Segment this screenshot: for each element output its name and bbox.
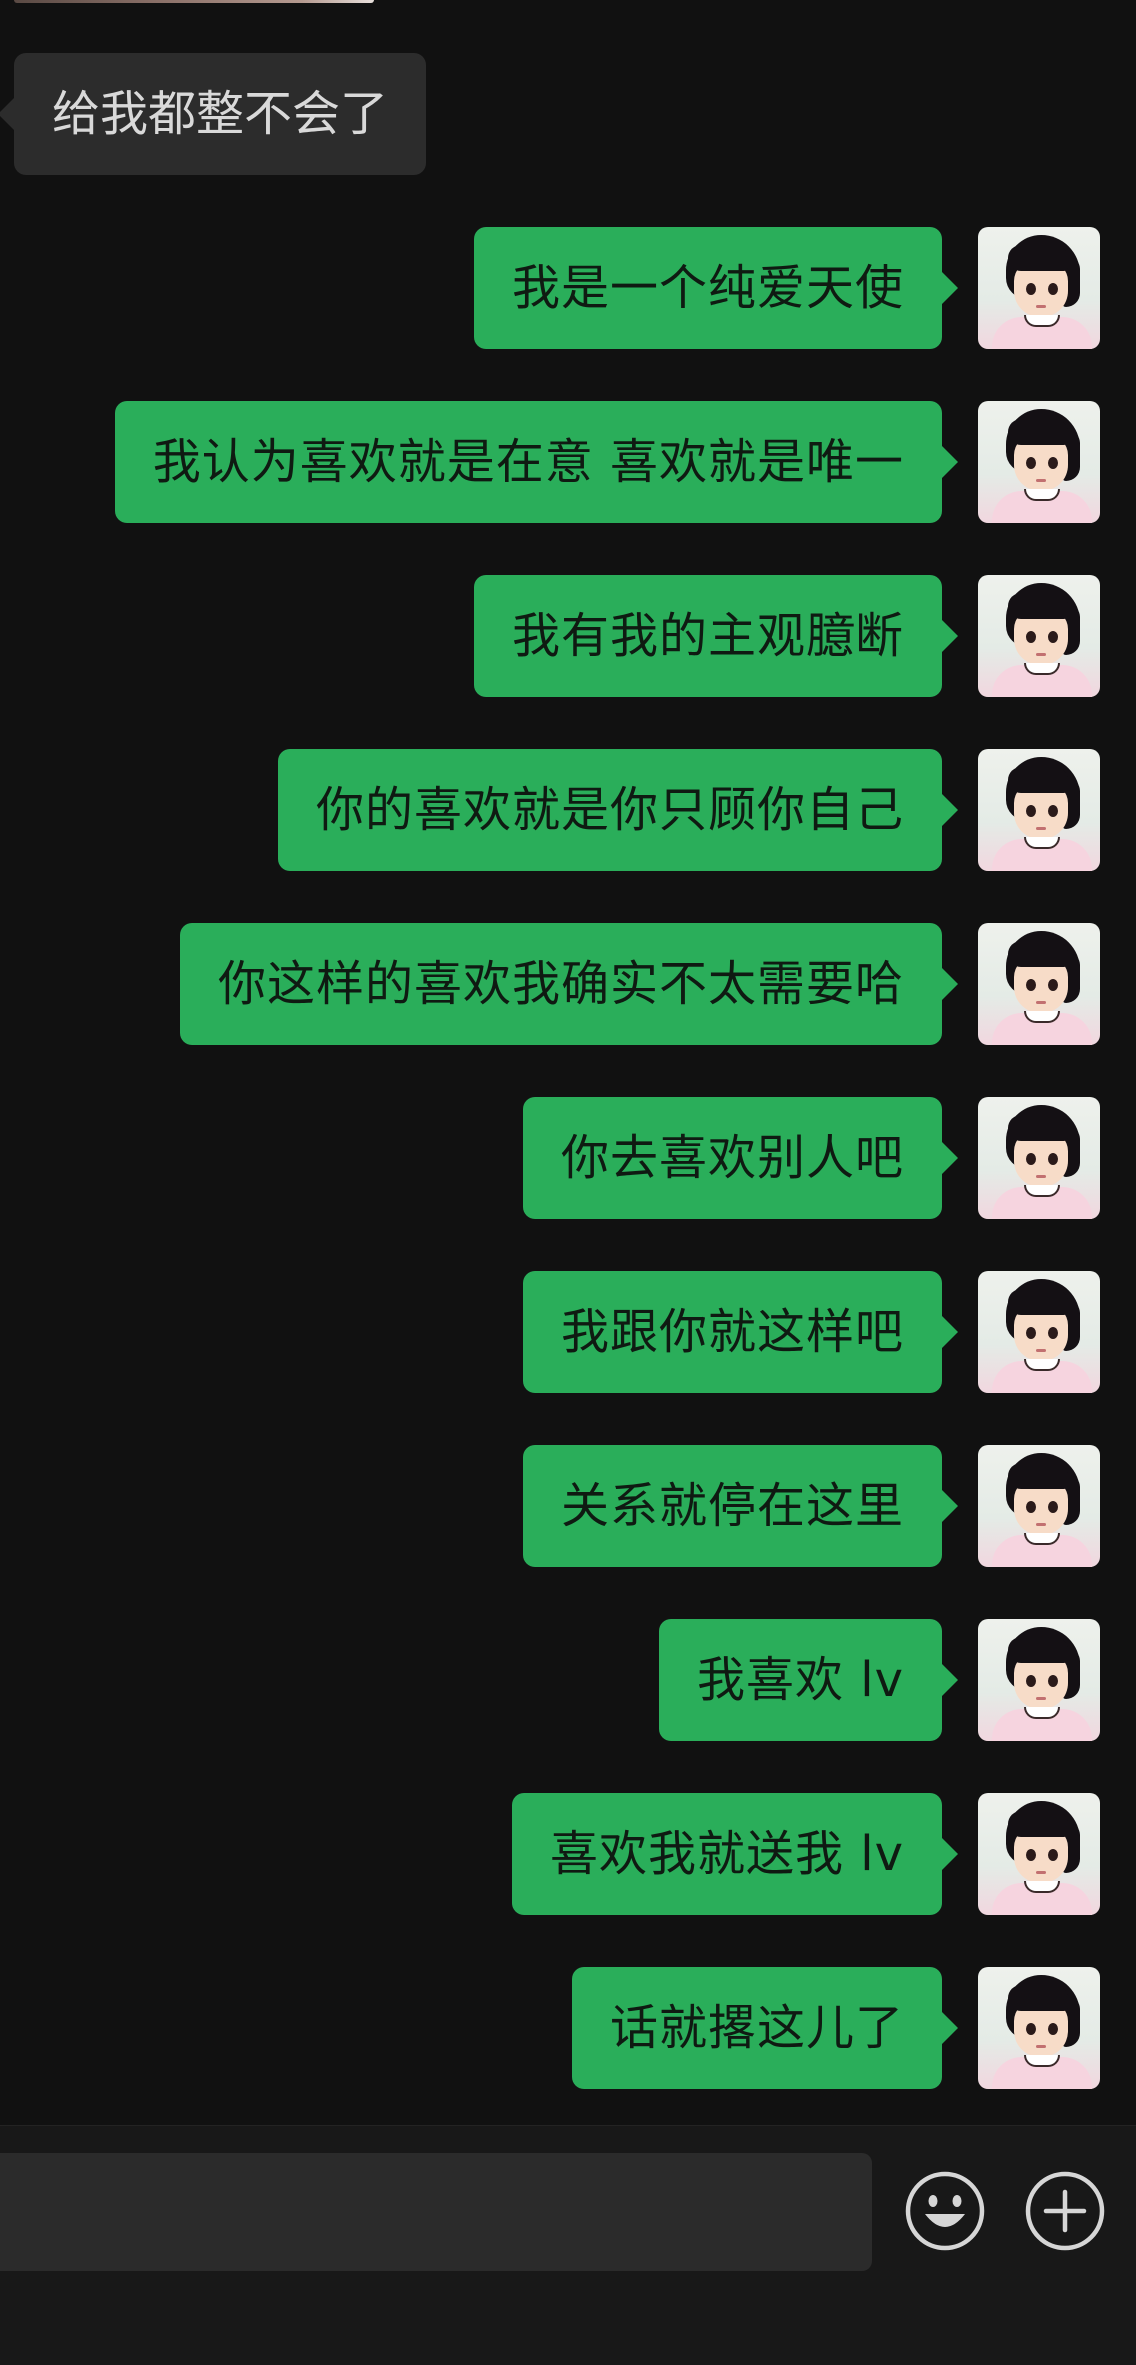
outgoing-message-bubble[interactable]: 我有我的主观臆断 bbox=[473, 575, 959, 697]
sender-avatar[interactable] bbox=[978, 575, 1100, 697]
outgoing-message-bubble[interactable]: 关系就停在这里 bbox=[522, 1445, 959, 1567]
sender-avatar[interactable] bbox=[978, 1271, 1100, 1393]
incoming-message-bubble[interactable]: 给我都整不会了 bbox=[0, 53, 427, 175]
message-row-outgoing: 你去喜欢别人吧 bbox=[0, 1097, 1136, 1219]
message-row-outgoing: 你这样的喜欢我确实不太需要哈 bbox=[0, 923, 1136, 1045]
sender-avatar[interactable] bbox=[978, 1097, 1100, 1219]
message-row-outgoing: 话就撂这儿了 bbox=[0, 1967, 1136, 2089]
outgoing-message-bubble[interactable]: 喜欢我就送我 lv bbox=[511, 1793, 959, 1915]
sender-avatar[interactable] bbox=[978, 749, 1100, 871]
message-input-field[interactable] bbox=[0, 2153, 872, 2271]
message-row-outgoing: 我认为喜欢就是在意 喜欢就是唯一 bbox=[0, 401, 1136, 523]
sender-avatar[interactable] bbox=[978, 401, 1100, 523]
message-row-outgoing: 关系就停在这里 bbox=[0, 1445, 1136, 1567]
outgoing-message-bubble[interactable]: 你这样的喜欢我确实不太需要哈 bbox=[179, 923, 959, 1045]
message-input-bar bbox=[0, 2125, 1136, 2365]
plus-circle-icon[interactable] bbox=[1024, 2170, 1106, 2252]
sender-avatar[interactable] bbox=[978, 923, 1100, 1045]
sender-avatar[interactable] bbox=[978, 1967, 1100, 2089]
message-row-outgoing: 我喜欢 lv bbox=[0, 1619, 1136, 1741]
sender-avatar[interactable] bbox=[978, 1445, 1100, 1567]
message-row-outgoing: 我跟你就这样吧 bbox=[0, 1271, 1136, 1393]
outgoing-message-bubble[interactable]: 我认为喜欢就是在意 喜欢就是唯一 bbox=[114, 401, 959, 523]
sender-avatar[interactable] bbox=[978, 1793, 1100, 1915]
chat-message-list[interactable]: 给我都整不会了 我是一个纯爱天使 我认为喜欢就是在意 喜欢就是唯一 我有我的主观… bbox=[0, 0, 1136, 2120]
message-row-outgoing: 喜欢我就送我 lv bbox=[0, 1793, 1136, 1915]
smiley-face-icon[interactable] bbox=[904, 2170, 986, 2252]
message-row-incoming: 给我都整不会了 bbox=[0, 53, 1136, 175]
message-row-outgoing: 我有我的主观臆断 bbox=[0, 575, 1136, 697]
outgoing-message-bubble[interactable]: 我跟你就这样吧 bbox=[522, 1271, 959, 1393]
message-row-outgoing: 我是一个纯爱天使 bbox=[0, 227, 1136, 349]
outgoing-message-bubble[interactable]: 话就撂这儿了 bbox=[571, 1967, 959, 2089]
outgoing-message-bubble[interactable]: 我是一个纯爱天使 bbox=[473, 227, 959, 349]
sender-avatar[interactable] bbox=[978, 1619, 1100, 1741]
sender-avatar[interactable] bbox=[978, 227, 1100, 349]
outgoing-message-bubble[interactable]: 你的喜欢就是你只顾你自己 bbox=[277, 749, 959, 871]
message-row-outgoing: 你的喜欢就是你只顾你自己 bbox=[0, 749, 1136, 871]
outgoing-message-bubble[interactable]: 我喜欢 lv bbox=[658, 1619, 959, 1741]
outgoing-message-bubble[interactable]: 你去喜欢别人吧 bbox=[522, 1097, 959, 1219]
